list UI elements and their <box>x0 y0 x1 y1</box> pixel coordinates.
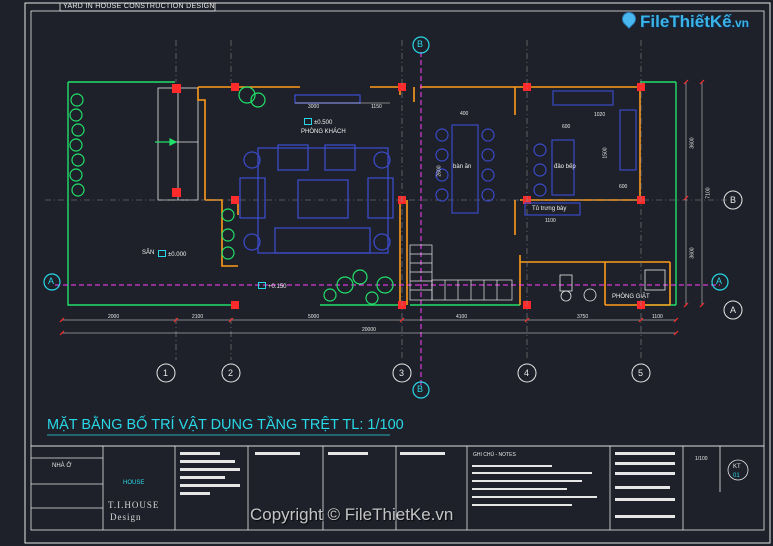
dim-kitchen-2: 600 <box>562 124 571 130</box>
site-boundary <box>67 81 677 306</box>
level-mark-yard: ±0.000 <box>158 250 186 258</box>
level-mark-side-yard: +0.150 <box>258 282 287 290</box>
room-label-dining: bàn ăn <box>453 164 472 170</box>
grid-number-5: 5 <box>638 368 644 378</box>
dim-total: 20000 <box>362 327 376 333</box>
level-box-icon <box>258 282 266 289</box>
level-value: +0.150 <box>268 284 287 290</box>
dimension-ticks <box>59 79 705 336</box>
level-box-icon <box>158 250 166 257</box>
room-label-display-cabinet: Tủ trưng bày <box>532 206 567 212</box>
dim-misc-2: 2600 <box>436 165 443 177</box>
grid-number-1: 1 <box>163 368 169 378</box>
scale-value: 1/100 <box>695 456 708 462</box>
dim-bottom-3: 5000 <box>308 314 320 320</box>
sheet-number: 01 <box>733 473 740 479</box>
map-pin-icon <box>619 9 639 29</box>
section-letter-b-top: B <box>417 39 424 49</box>
dim-top-1: 3000 <box>308 104 320 110</box>
logo-suffix: .vn <box>731 16 749 30</box>
room-label-yard: SÂN <box>142 250 155 256</box>
grid-number-2: 2 <box>228 368 234 378</box>
level-box-icon <box>304 118 312 125</box>
level-mark-living: ±0.500 <box>304 118 332 126</box>
room-label-living: PHÒNG KHÁCH <box>301 129 346 135</box>
dim-bottom-4: 4100 <box>456 314 468 320</box>
grid-letter-b: B <box>730 195 737 205</box>
dim-right-2: 7100 <box>705 187 712 199</box>
section-letter-b-bottom: B <box>417 384 424 394</box>
exterior-walls <box>197 86 671 306</box>
grid-bubbles <box>156 190 743 383</box>
dim-bottom-1: 2000 <box>108 314 120 320</box>
project-name: NHÀ Ở <box>52 463 72 469</box>
copyright-watermark: Copyright © FileThietKe.vn <box>250 505 454 524</box>
grid-number-3: 3 <box>399 368 405 378</box>
staircase <box>409 244 513 301</box>
dim-right-3: 3600 <box>689 247 696 259</box>
dim-kitchen-3: 1500 <box>602 147 609 159</box>
sheet-title: YARD IN HOUSE CONSTRUCTION DESIGN <box>63 3 215 10</box>
notes-label: GHI CHÚ - NOTES <box>473 452 516 458</box>
columns <box>172 83 645 309</box>
dim-right-1: 3600 <box>689 137 696 149</box>
kitchen-units <box>524 90 637 216</box>
section-letter-a-right: A <box>716 276 723 286</box>
logo-text: FileThiếtKế <box>640 12 732 31</box>
site-logo: FileThiếtKế.vn <box>619 9 749 32</box>
dim-top-2: 1150 <box>371 104 382 110</box>
company-name: T.I.HOUSE <box>108 500 160 510</box>
grid-number-4: 4 <box>524 368 530 378</box>
dim-bottom-5: 3750 <box>577 314 589 320</box>
dim-misc-4: 1100 <box>545 218 556 224</box>
pergola <box>157 87 199 201</box>
yard-shrubs <box>69 86 394 305</box>
level-value: ±0.500 <box>314 120 333 126</box>
grid-letter-a: A <box>730 305 737 315</box>
room-label-kitchen: đảo bếp <box>554 164 576 170</box>
section-letter-a-left: A <box>48 276 55 286</box>
dim-bottom-6: 1100 <box>652 314 663 320</box>
dim-misc-1: 400 <box>460 111 469 117</box>
company-sub: Design <box>110 512 142 522</box>
title-block-logo-small: HOUSE <box>123 480 145 486</box>
level-value: ±0.000 <box>168 252 187 258</box>
room-label-laundry: PHÒNG GIẶT <box>612 294 650 300</box>
plan-title: MẶT BẰNG BỐ TRÍ VẬT DỤNG TẦNG TRỆT TL: 1… <box>47 417 404 433</box>
sheet-code: KT <box>733 464 741 470</box>
floor-plan-drawing <box>24 2 771 544</box>
dim-kitchen-1: 1020 <box>594 112 606 118</box>
dim-bottom-2: 2100 <box>192 314 204 320</box>
dim-misc-3: 600 <box>619 184 628 190</box>
